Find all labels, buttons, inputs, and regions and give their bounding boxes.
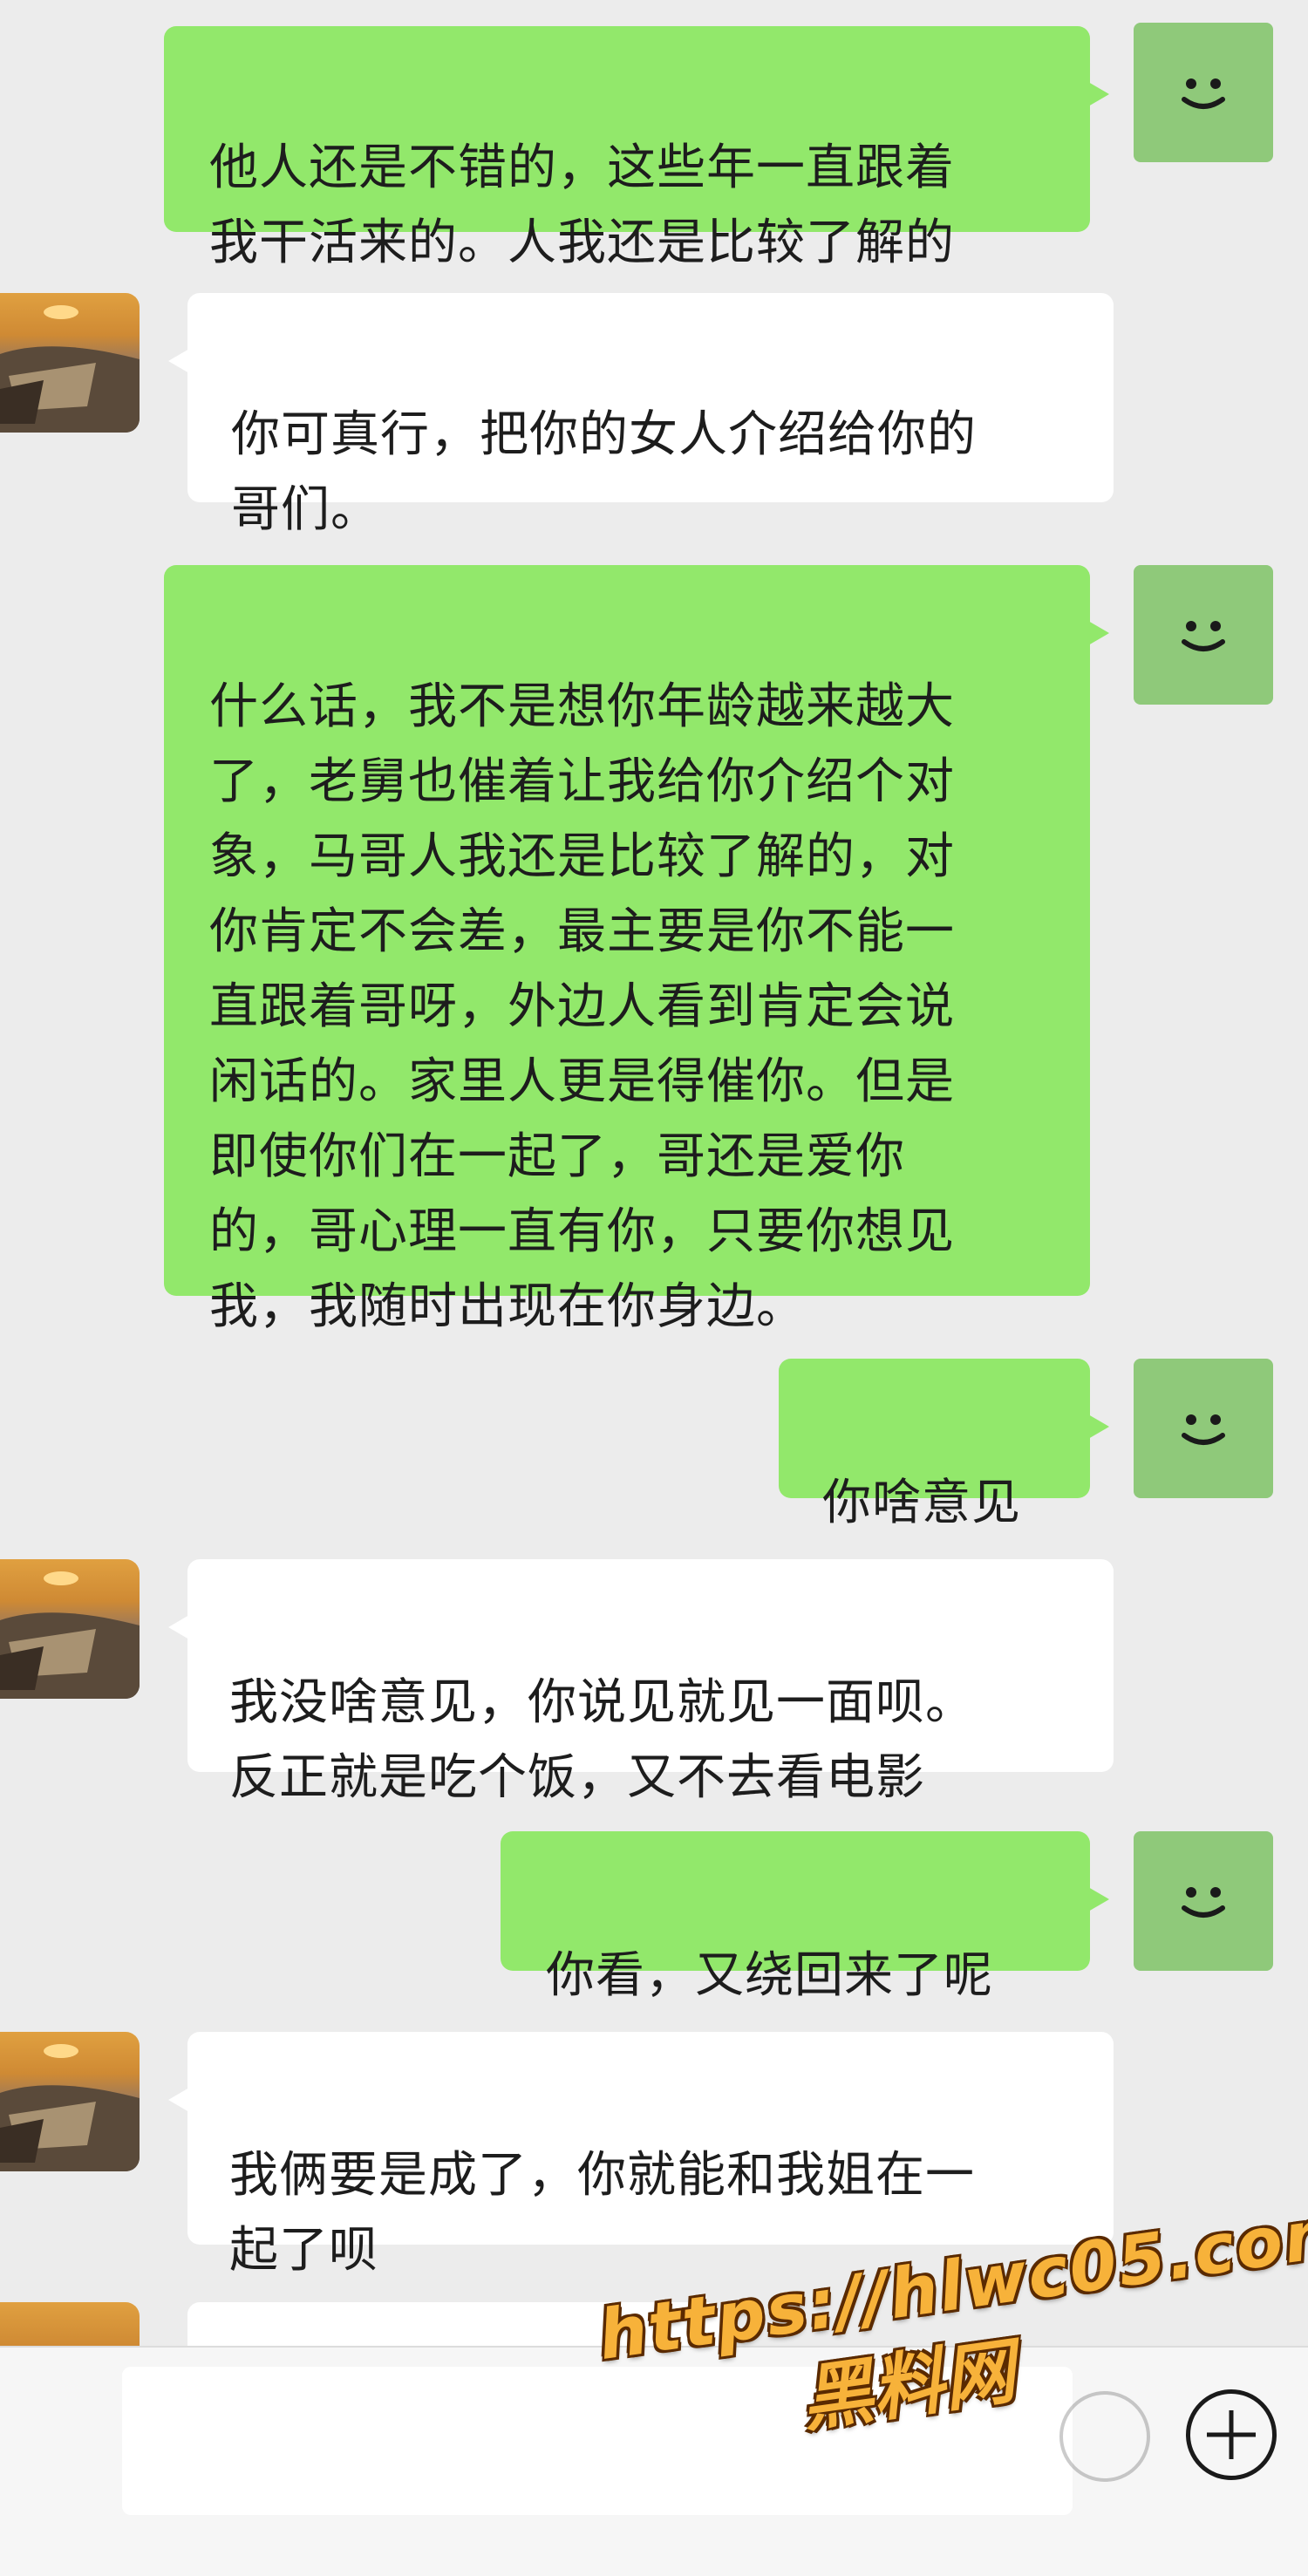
contact-avatar[interactable]	[0, 1559, 140, 1699]
contact-avatar[interactable]	[0, 293, 140, 433]
message-text: 你看，又绕回来了呢	[546, 1947, 993, 2004]
message-bubble-outgoing[interactable]: 什么话，我不是想你年龄越来越大 了，老舅也催着让我给你介绍个对 象，马哥人我还是…	[164, 565, 1109, 1335]
message-bubble-outgoing[interactable]: 你看，又绕回来了呢	[501, 1831, 1109, 2004]
message-text: 他人还是不错的，这些年一直跟着 我干活来的。人我还是比较了解的	[209, 140, 955, 271]
self-avatar[interactable]	[1134, 1359, 1273, 1498]
contact-avatar-partial[interactable]	[0, 2302, 140, 2346]
contact-avatar[interactable]	[0, 2032, 140, 2171]
smiley-avatar-icon	[1182, 1887, 1225, 1918]
message-bubble-outgoing[interactable]: 你啥意见	[779, 1359, 1109, 1531]
message-bubble-incoming[interactable]: 我俩要是成了，你就能和我姐在一 起了呗	[168, 2032, 1114, 2279]
message-text: 我没啥意见，你说见就见一面呗。 反正就是吃个饭，又不去看电影	[229, 1674, 975, 1806]
sunset-landscape-avatar-icon	[0, 1571, 140, 1699]
smiley-avatar-icon	[1182, 78, 1225, 109]
sunset-landscape-avatar-icon	[0, 2044, 140, 2171]
self-avatar[interactable]	[1134, 1831, 1273, 1971]
message-bubble-incoming[interactable]: 你可真行，把你的女人介绍给你的 哥们。	[168, 293, 1114, 538]
message-text: 你啥意见	[822, 1475, 1021, 1531]
smiley-avatar-icon	[1182, 621, 1225, 651]
message-bubble-incoming[interactable]: 我没啥意见，你说见就见一面呗。 反正就是吃个饭，又不去看电影	[168, 1559, 1114, 1806]
sunset-landscape-avatar-icon	[0, 305, 140, 433]
smiley-avatar-icon	[1182, 1414, 1225, 1445]
self-avatar[interactable]	[1134, 565, 1273, 705]
message-bubble-outgoing[interactable]: 他人还是不错的，这些年一直跟着 我干活来的。人我还是比较了解的	[164, 26, 1109, 271]
message-text: 你可真行，把你的女人介绍给你的 哥们。	[231, 406, 977, 538]
self-avatar[interactable]	[1134, 23, 1273, 162]
message-text: 什么话，我不是想你年龄越来越大 了，老舅也催着让我给你介绍个对 象，马哥人我还是…	[209, 678, 955, 1335]
